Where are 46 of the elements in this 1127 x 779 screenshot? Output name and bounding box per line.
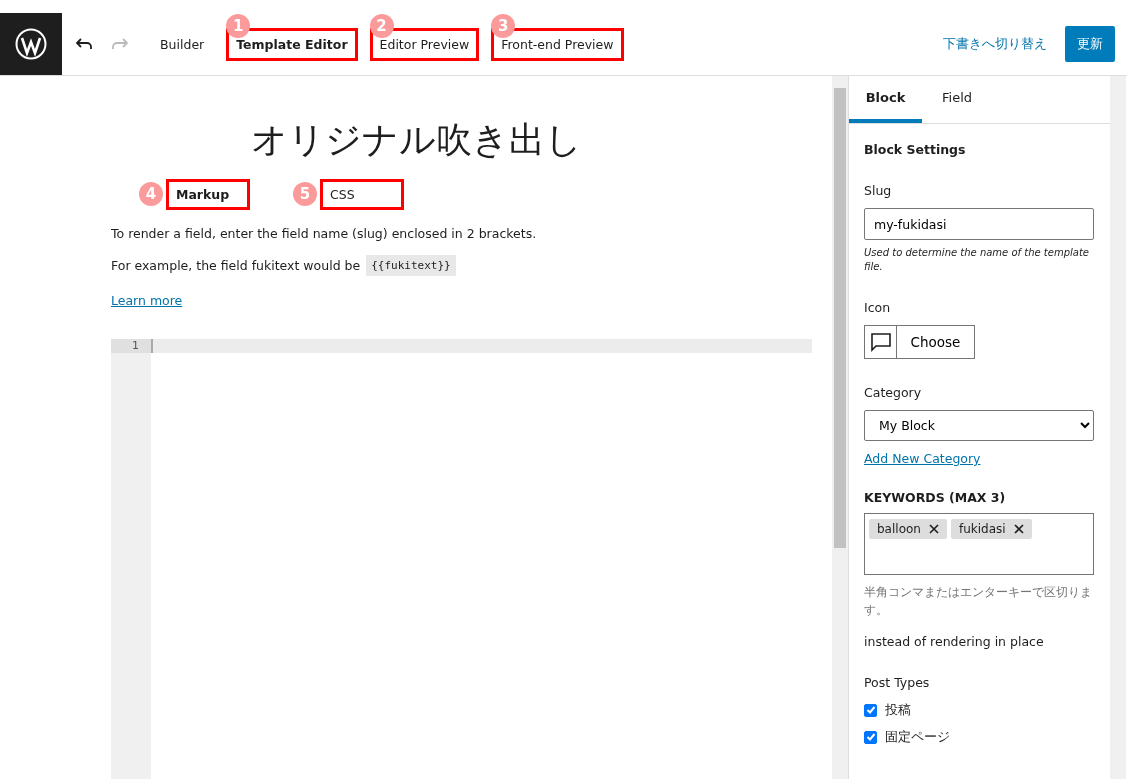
code-editor[interactable]: 1 <box>111 339 812 779</box>
code-tab[interactable]: CSS <box>320 179 404 210</box>
update-button[interactable]: 更新 <box>1065 26 1115 62</box>
sidebar-tab[interactable]: Field <box>922 76 992 123</box>
sidebar-tab[interactable]: Block <box>849 76 922 123</box>
keywords-label: KEYWORDS (MAX 3) <box>864 490 1007 505</box>
close-icon[interactable] <box>928 524 939 534</box>
wordpress-icon <box>15 28 47 60</box>
speech-bubble-icon <box>869 332 892 352</box>
help-text: To render a field, enter the field name (slug) enclosed in 2 brackets. <box>111 226 538 241</box>
keywords-field[interactable]: balloon fukidasi <box>864 513 1094 575</box>
callout-number: 1 <box>226 13 251 38</box>
callout-number: 2 <box>369 13 394 38</box>
scrollbar[interactable] <box>832 76 848 779</box>
section-title: Block Settings <box>864 142 967 157</box>
checkbox[interactable] <box>864 730 877 744</box>
post-type-checkbox[interactable]: 固定ページ <box>864 728 1095 746</box>
code-snippet: {{fukitext}} <box>366 255 456 276</box>
learn-more-link[interactable]: Learn more <box>111 293 183 308</box>
callout-number: 4 <box>139 182 163 206</box>
example-text: For example, the field fukitext would be <box>111 258 361 273</box>
field-label: Slug <box>864 183 893 198</box>
field-label: Category <box>864 385 923 400</box>
callout-number: 5 <box>293 182 317 206</box>
block-title: オリジナル吹き出し <box>250 118 583 162</box>
line-number: 1 <box>111 339 151 353</box>
checkbox[interactable] <box>864 703 877 717</box>
scrollbar[interactable] <box>1110 76 1126 779</box>
keyword-tag[interactable]: fukidasi <box>950 519 1032 539</box>
switch-to-draft-link[interactable]: 下書きへ切り替え <box>943 35 1047 53</box>
post-type-checkbox[interactable]: 投稿 <box>864 701 1095 719</box>
choose-icon-button[interactable]: Choose <box>864 325 975 359</box>
code-tab[interactable]: Markup <box>166 179 250 210</box>
editor-tab[interactable]: Builder <box>150 27 215 61</box>
field-help: Used to determine the name of the template file. <box>864 246 1090 274</box>
category-select[interactable]: My Block <box>864 410 1094 441</box>
note-text: instead of rendering in place <box>864 633 1045 649</box>
field-label: Post Types <box>864 674 931 690</box>
callout-number: 3 <box>491 13 516 38</box>
add-category-link[interactable]: Add New Category <box>864 451 981 466</box>
keywords-hint: 半角コンマまたはエンターキーで区切ります。 <box>864 584 1093 620</box>
close-icon[interactable] <box>1013 524 1024 534</box>
slug-field[interactable]: my-fukidasi <box>864 208 1094 240</box>
keyword-tag[interactable]: balloon <box>869 519 947 539</box>
wordpress-logo[interactable] <box>0 13 62 75</box>
field-label: Icon <box>864 300 892 315</box>
